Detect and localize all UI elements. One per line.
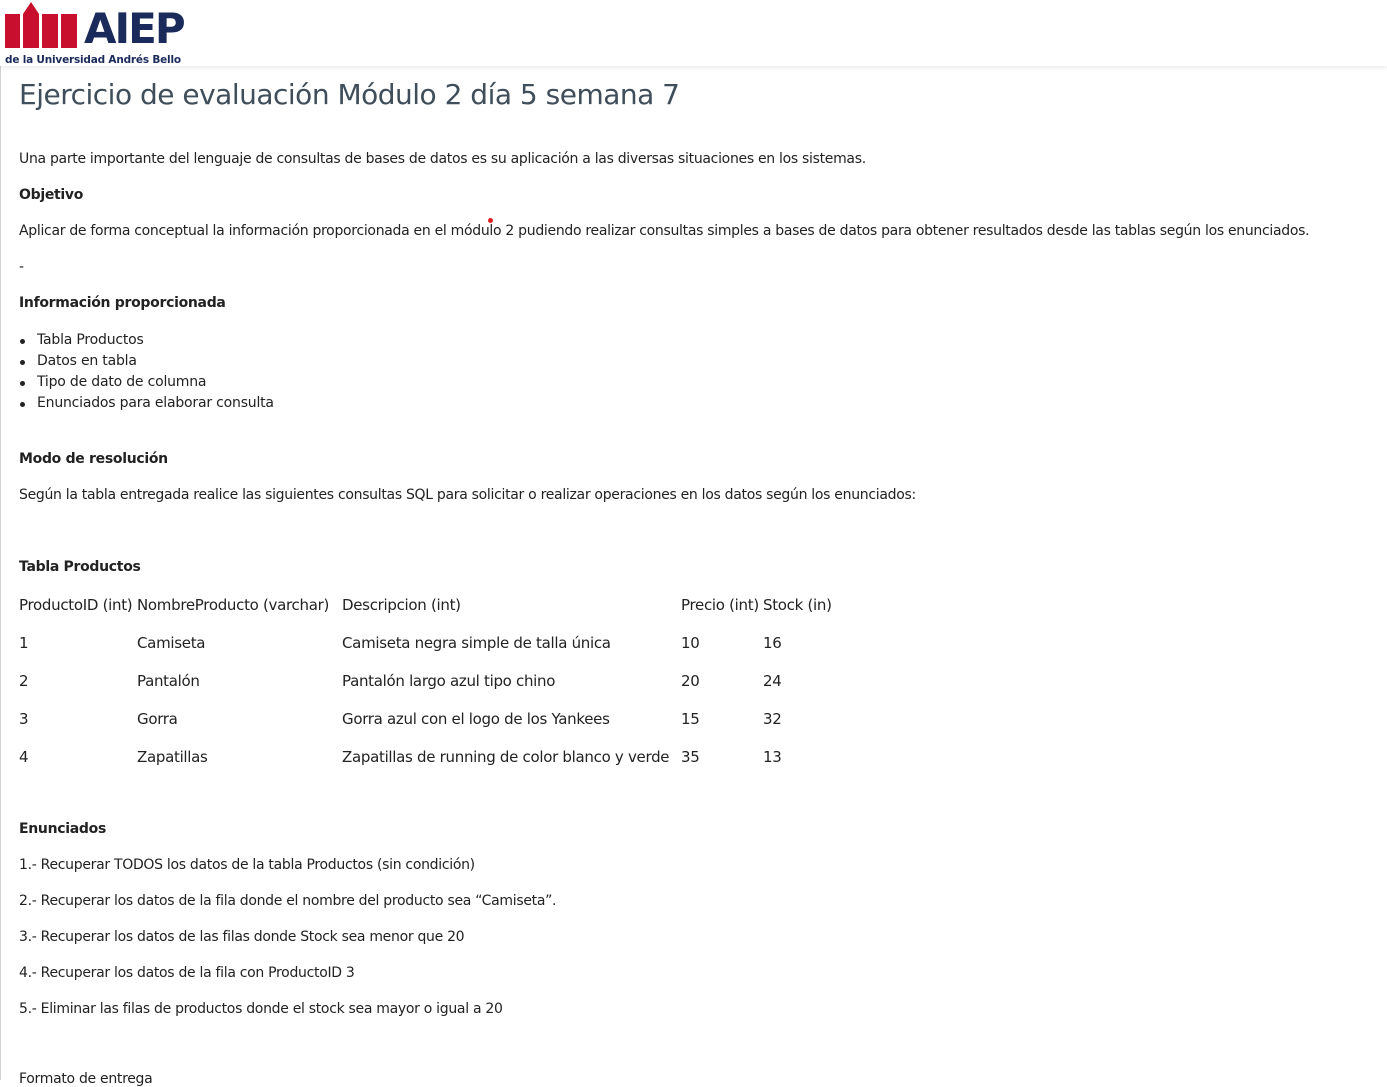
left-border — [0, 66, 1, 1080]
table-cell: Camiseta — [137, 634, 206, 652]
table-cell: 24 — [763, 672, 782, 690]
table-cell: Gorra — [137, 710, 178, 728]
modo-heading: Modo de resolución — [19, 451, 168, 467]
list-item: Enunciados para elaborar consulta — [19, 393, 274, 414]
table-cell: 32 — [763, 710, 782, 728]
enunciado-item: 1.- Recuperar TODOS los datos de la tabl… — [19, 857, 475, 873]
separator-dash: - — [19, 259, 24, 275]
aiep-logo[interactable]: AIEP de la Universidad Andrés Bello — [4, 2, 186, 66]
enunciados-heading: Enunciados — [19, 821, 106, 837]
tabla-heading: Tabla Productos — [19, 559, 141, 575]
table-cell: Zapatillas de running de color blanco y … — [342, 748, 670, 766]
table-cell: 15 — [681, 710, 700, 728]
cursor-dot — [488, 218, 493, 223]
objetivo-heading: Objetivo — [19, 187, 84, 203]
top-header: AIEP de la Universidad Andrés Bello — [0, 0, 1387, 66]
column-header: Precio (int) — [681, 596, 759, 614]
page-title: Ejercicio de evaluación Módulo 2 día 5 s… — [19, 78, 680, 111]
table-cell: Pantalón — [137, 672, 200, 690]
modo-text: Según la tabla entregada realice las sig… — [19, 487, 916, 503]
formato-heading: Formato de entrega — [19, 1071, 153, 1087]
intro-text: Una parte importante del lenguaje de con… — [19, 151, 866, 167]
table-row: 1 Camiseta Camiseta negra simple de tall… — [19, 624, 843, 662]
table-cell: 4 — [19, 748, 29, 766]
table-cell: Pantalón largo azul tipo chino — [342, 672, 556, 690]
objetivo-text: Aplicar de forma conceptual la informaci… — [19, 223, 1310, 239]
table-cell: 10 — [681, 634, 700, 652]
enunciado-item: 3.- Recuperar los datos de las filas don… — [19, 929, 465, 945]
table-cell: 1 — [19, 634, 29, 652]
table-cell: 13 — [763, 748, 782, 766]
list-item: Tipo de dato de columna — [19, 372, 274, 393]
info-list: Tabla Productos Datos en tabla Tipo de d… — [19, 330, 274, 414]
table-row: 2 Pantalón Pantalón largo azul tipo chin… — [19, 662, 843, 700]
aiep-logo-mark-icon — [5, 2, 77, 48]
table-cell: 2 — [19, 672, 29, 690]
table-row: 3 Gorra Gorra azul con el logo de los Ya… — [19, 700, 843, 738]
column-header: Descripcion (int) — [342, 596, 461, 614]
table-row: 4 Zapatillas Zapatillas de running de co… — [19, 738, 843, 776]
column-header: ProductoID (int) — [19, 596, 133, 614]
logo-wordmark: AIEP — [84, 4, 186, 53]
column-header: NombreProducto (varchar) — [137, 596, 330, 614]
enunciado-item: 5.- Eliminar las filas de productos dond… — [19, 1001, 503, 1017]
table-cell: 3 — [19, 710, 29, 728]
table-cell: Zapatillas — [137, 748, 208, 766]
list-item: Tabla Productos — [19, 330, 274, 351]
column-header: Stock (in) — [763, 596, 832, 614]
enunciado-item: 2.- Recuperar los datos de la fila donde… — [19, 893, 557, 909]
table-cell: 16 — [763, 634, 782, 652]
productos-table: ProductoID (int) NombreProducto (varchar… — [19, 586, 843, 776]
enunciado-item: 4.- Recuperar los datos de la fila con P… — [19, 965, 355, 981]
table-cell: 35 — [681, 748, 700, 766]
info-heading: Información proporcionada — [19, 295, 226, 311]
logo-subtitle: de la Universidad Andrés Bello — [5, 54, 181, 66]
table-cell: Gorra azul con el logo de los Yankees — [342, 710, 610, 728]
table-header-row: ProductoID (int) NombreProducto (varchar… — [19, 586, 843, 624]
table-cell: Camiseta negra simple de talla única — [342, 634, 611, 652]
list-item: Datos en tabla — [19, 351, 274, 372]
table-cell: 20 — [681, 672, 700, 690]
